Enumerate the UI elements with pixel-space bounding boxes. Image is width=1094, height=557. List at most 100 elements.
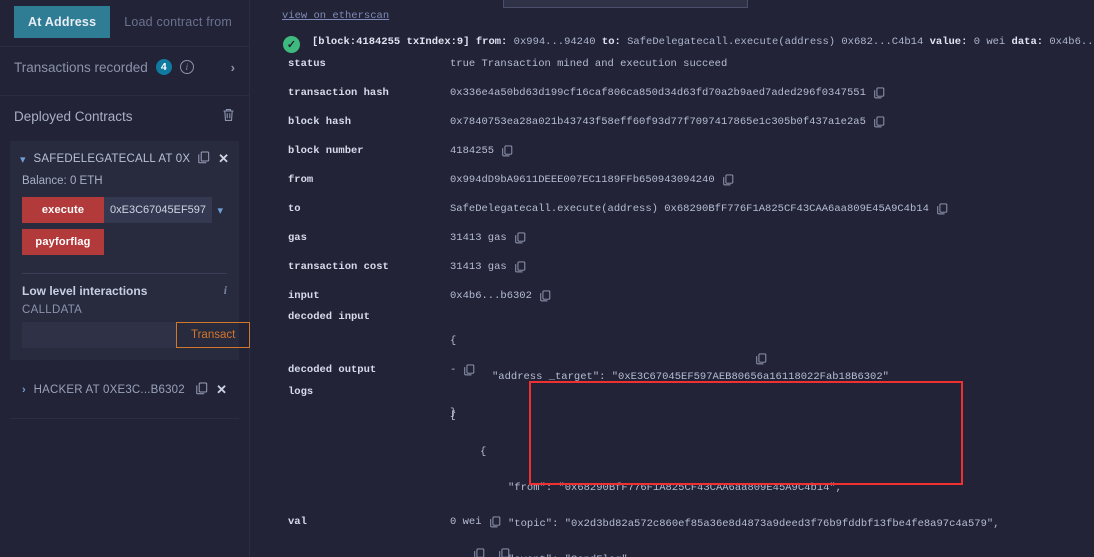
row-key-block-hash: block hash — [288, 116, 352, 128]
calldata-label: CALLDATA — [22, 304, 83, 316]
copy-icon-decoded-input[interactable] — [756, 353, 767, 369]
transactions-recorded-row[interactable]: Transactions recorded 4 i › — [0, 47, 249, 87]
row-value-gas: 31413 gas — [450, 232, 507, 244]
row-value-decoded-output: - — [450, 364, 457, 376]
row-key-from: from — [288, 174, 314, 186]
summary-value-label: value: — [929, 36, 968, 48]
summary-data-label: data: — [1011, 36, 1044, 48]
transaction-summary-line: [block:4184255 txIndex:9] from: 0x994...… — [312, 36, 1094, 48]
copy-icon-from[interactable] — [722, 174, 734, 190]
table-row-val: val 0 wei — [250, 516, 501, 532]
contract-title: SAFEDELEGATECALL AT 0X682 — [33, 153, 191, 165]
copy-icon-val[interactable] — [489, 516, 501, 532]
logs-entry-from: "from": "0x68290BfF776F1A825CF43CAA6aa80… — [508, 482, 842, 494]
check-circle-icon: ✓ — [283, 36, 300, 53]
transaction-detail-panel: view on etherscan ✓ [block:4184255 txInd… — [250, 0, 1094, 557]
copy-icon-hacker[interactable] — [196, 382, 208, 398]
calldata-input[interactable] — [22, 322, 176, 348]
table-row-decoded-output: decoded output - — [250, 364, 475, 380]
info-icon-low-level[interactable]: i — [224, 285, 227, 297]
table-row-input: input 0x4b6...b6302 — [250, 290, 551, 306]
chevron-right-icon[interactable]: › — [231, 60, 235, 75]
copy-icon-transaction-cost[interactable] — [514, 261, 526, 277]
copy-icon-decoded-output[interactable] — [464, 364, 475, 380]
chevron-down-icon[interactable]: ▾ — [20, 153, 26, 166]
summary-block-txindex: [block:4184255 txIndex:9] — [312, 36, 470, 48]
view-on-etherscan-link[interactable]: view on etherscan — [282, 10, 389, 22]
summary-to-value: SafeDelegatecall.execute(address) 0x682.… — [627, 36, 924, 48]
execute-arg-input[interactable] — [104, 197, 213, 223]
row-key-block-number: block number — [288, 145, 364, 157]
row-value-status: true Transaction mined and execution suc… — [450, 58, 728, 70]
transact-button[interactable]: Transact — [176, 322, 251, 348]
low-level-interactions-title: Low level interactions — [22, 284, 148, 298]
decoded-input-open: { — [450, 335, 457, 347]
summary-to-label: to: — [601, 36, 621, 48]
sidebar: At Address Load contract from Addres Tra… — [0, 0, 251, 557]
row-value-to: SafeDelegatecall.execute(address) 0x6829… — [450, 203, 929, 215]
decoded-input-body: "address _target": "0xE3C67045EF597AEB80… — [492, 371, 889, 383]
table-row-block-number: block number 4184255 — [250, 145, 513, 161]
row-value-input: 0x4b6...b6302 — [450, 290, 532, 302]
table-row-transaction-hash: transaction hash 0x336e4a50bd63d199cf16c… — [250, 87, 885, 103]
row-key-transaction-hash: transaction hash — [288, 87, 389, 99]
transactions-recorded-label: Transactions recorded — [14, 59, 148, 75]
row-value-transaction-hash: 0x336e4a50bd63d199cf16caf806ca850d34d63f… — [450, 87, 866, 99]
row-key-transaction-cost: transaction cost — [288, 261, 389, 273]
trash-icon[interactable] — [222, 108, 235, 125]
deployed-contracts-title: Deployed Contracts — [14, 109, 133, 124]
table-row-gas: gas 31413 gas — [250, 232, 526, 248]
contract-card-safedelegatecall: ▾ SAFEDELEGATECALL AT 0X682 ✕ Balance: 0… — [10, 141, 251, 360]
remix-ide-screen: At Address Load contract from Addres Tra… — [0, 0, 1094, 557]
copy-icon-to[interactable] — [937, 203, 948, 219]
close-icon[interactable]: ✕ — [218, 151, 229, 167]
row-key-to: to — [288, 203, 301, 215]
copy-icon-transaction-hash[interactable] — [874, 87, 885, 103]
logs-json-block: [ { "from": "0x68290BfF776F1A825CF43CAA6… — [450, 386, 1000, 557]
row-key-val: val — [288, 516, 307, 528]
copy-icon[interactable] — [198, 151, 210, 167]
chevron-down-icon-execute[interactable]: ▾ — [212, 197, 227, 223]
contract-balance: Balance: 0 ETH — [22, 175, 103, 187]
row-value-block-hash: 0x7840753ea28a021b43743f58eff60f93d77f70… — [450, 116, 866, 128]
row-value-transaction-cost: 31413 gas — [450, 261, 507, 273]
payforflag-button[interactable]: payforflag — [22, 229, 104, 255]
row-value-from: 0x994dD9bA9611DEEE007EC1189FFb6509430942… — [450, 174, 715, 186]
table-row-block-hash: block hash 0x7840753ea28a021b43743f58eff… — [250, 116, 885, 132]
function-row-payforflag: payforflag — [10, 229, 239, 261]
copy-icon-gas[interactable] — [514, 232, 526, 248]
summary-from-label: from: — [475, 36, 508, 48]
deployed-contracts-header: Deployed Contracts — [0, 96, 249, 137]
copy-icon-logs-2[interactable] — [499, 548, 510, 557]
row-value-val: 0 wei — [450, 516, 482, 528]
summary-from-value: 0x994...94240 — [513, 36, 596, 48]
calldata-row: Transact — [10, 322, 251, 348]
execute-button[interactable]: execute — [22, 197, 104, 223]
table-row-to: to SafeDelegatecall.execute(address) 0x6… — [250, 203, 948, 219]
address-tab-row: At Address Load contract from Addres — [0, 0, 249, 38]
divider-bottom — [10, 418, 239, 419]
info-icon[interactable]: i — [179, 60, 194, 74]
tab-at-address[interactable]: At Address — [14, 6, 111, 38]
row-key-decoded-output: decoded output — [288, 364, 377, 376]
row-value-block-number: 4184255 — [450, 145, 495, 157]
low-level-interactions-header: Low level interactions i — [10, 274, 239, 302]
row-key-input: input — [288, 290, 320, 302]
logs-entry-topic: "topic": "0x2d3bd82a572c860ef85a36e8d487… — [508, 518, 1000, 530]
logs-open-bracket: [ — [450, 410, 457, 422]
contract-card-hacker[interactable]: › HACKER AT 0XE3C...B6302 (BL( ✕ — [10, 370, 239, 410]
function-row-execute: execute ▾ — [10, 197, 239, 229]
logs-brace-open: { — [480, 446, 487, 458]
copy-icon-input[interactable] — [540, 290, 551, 306]
tab-load-contract-from-address[interactable]: Load contract from Addres — [110, 6, 235, 38]
chevron-right-icon-hacker[interactable]: › — [22, 384, 26, 396]
contract-card-header[interactable]: ▾ SAFEDELEGATECALL AT 0X682 ✕ — [10, 141, 239, 175]
summary-data-value: 0x4b6...b6302 — [1049, 36, 1094, 48]
close-icon-hacker[interactable]: ✕ — [216, 382, 227, 398]
copy-icon-block-number[interactable] — [502, 145, 513, 161]
copy-icon-logs-1[interactable] — [474, 548, 485, 557]
summary-value-value: 0 wei — [973, 36, 1006, 48]
copy-icon-block-hash[interactable] — [874, 116, 885, 132]
top-search-input-stub[interactable] — [503, 0, 748, 8]
transactions-count-badge: 4 — [155, 59, 172, 75]
